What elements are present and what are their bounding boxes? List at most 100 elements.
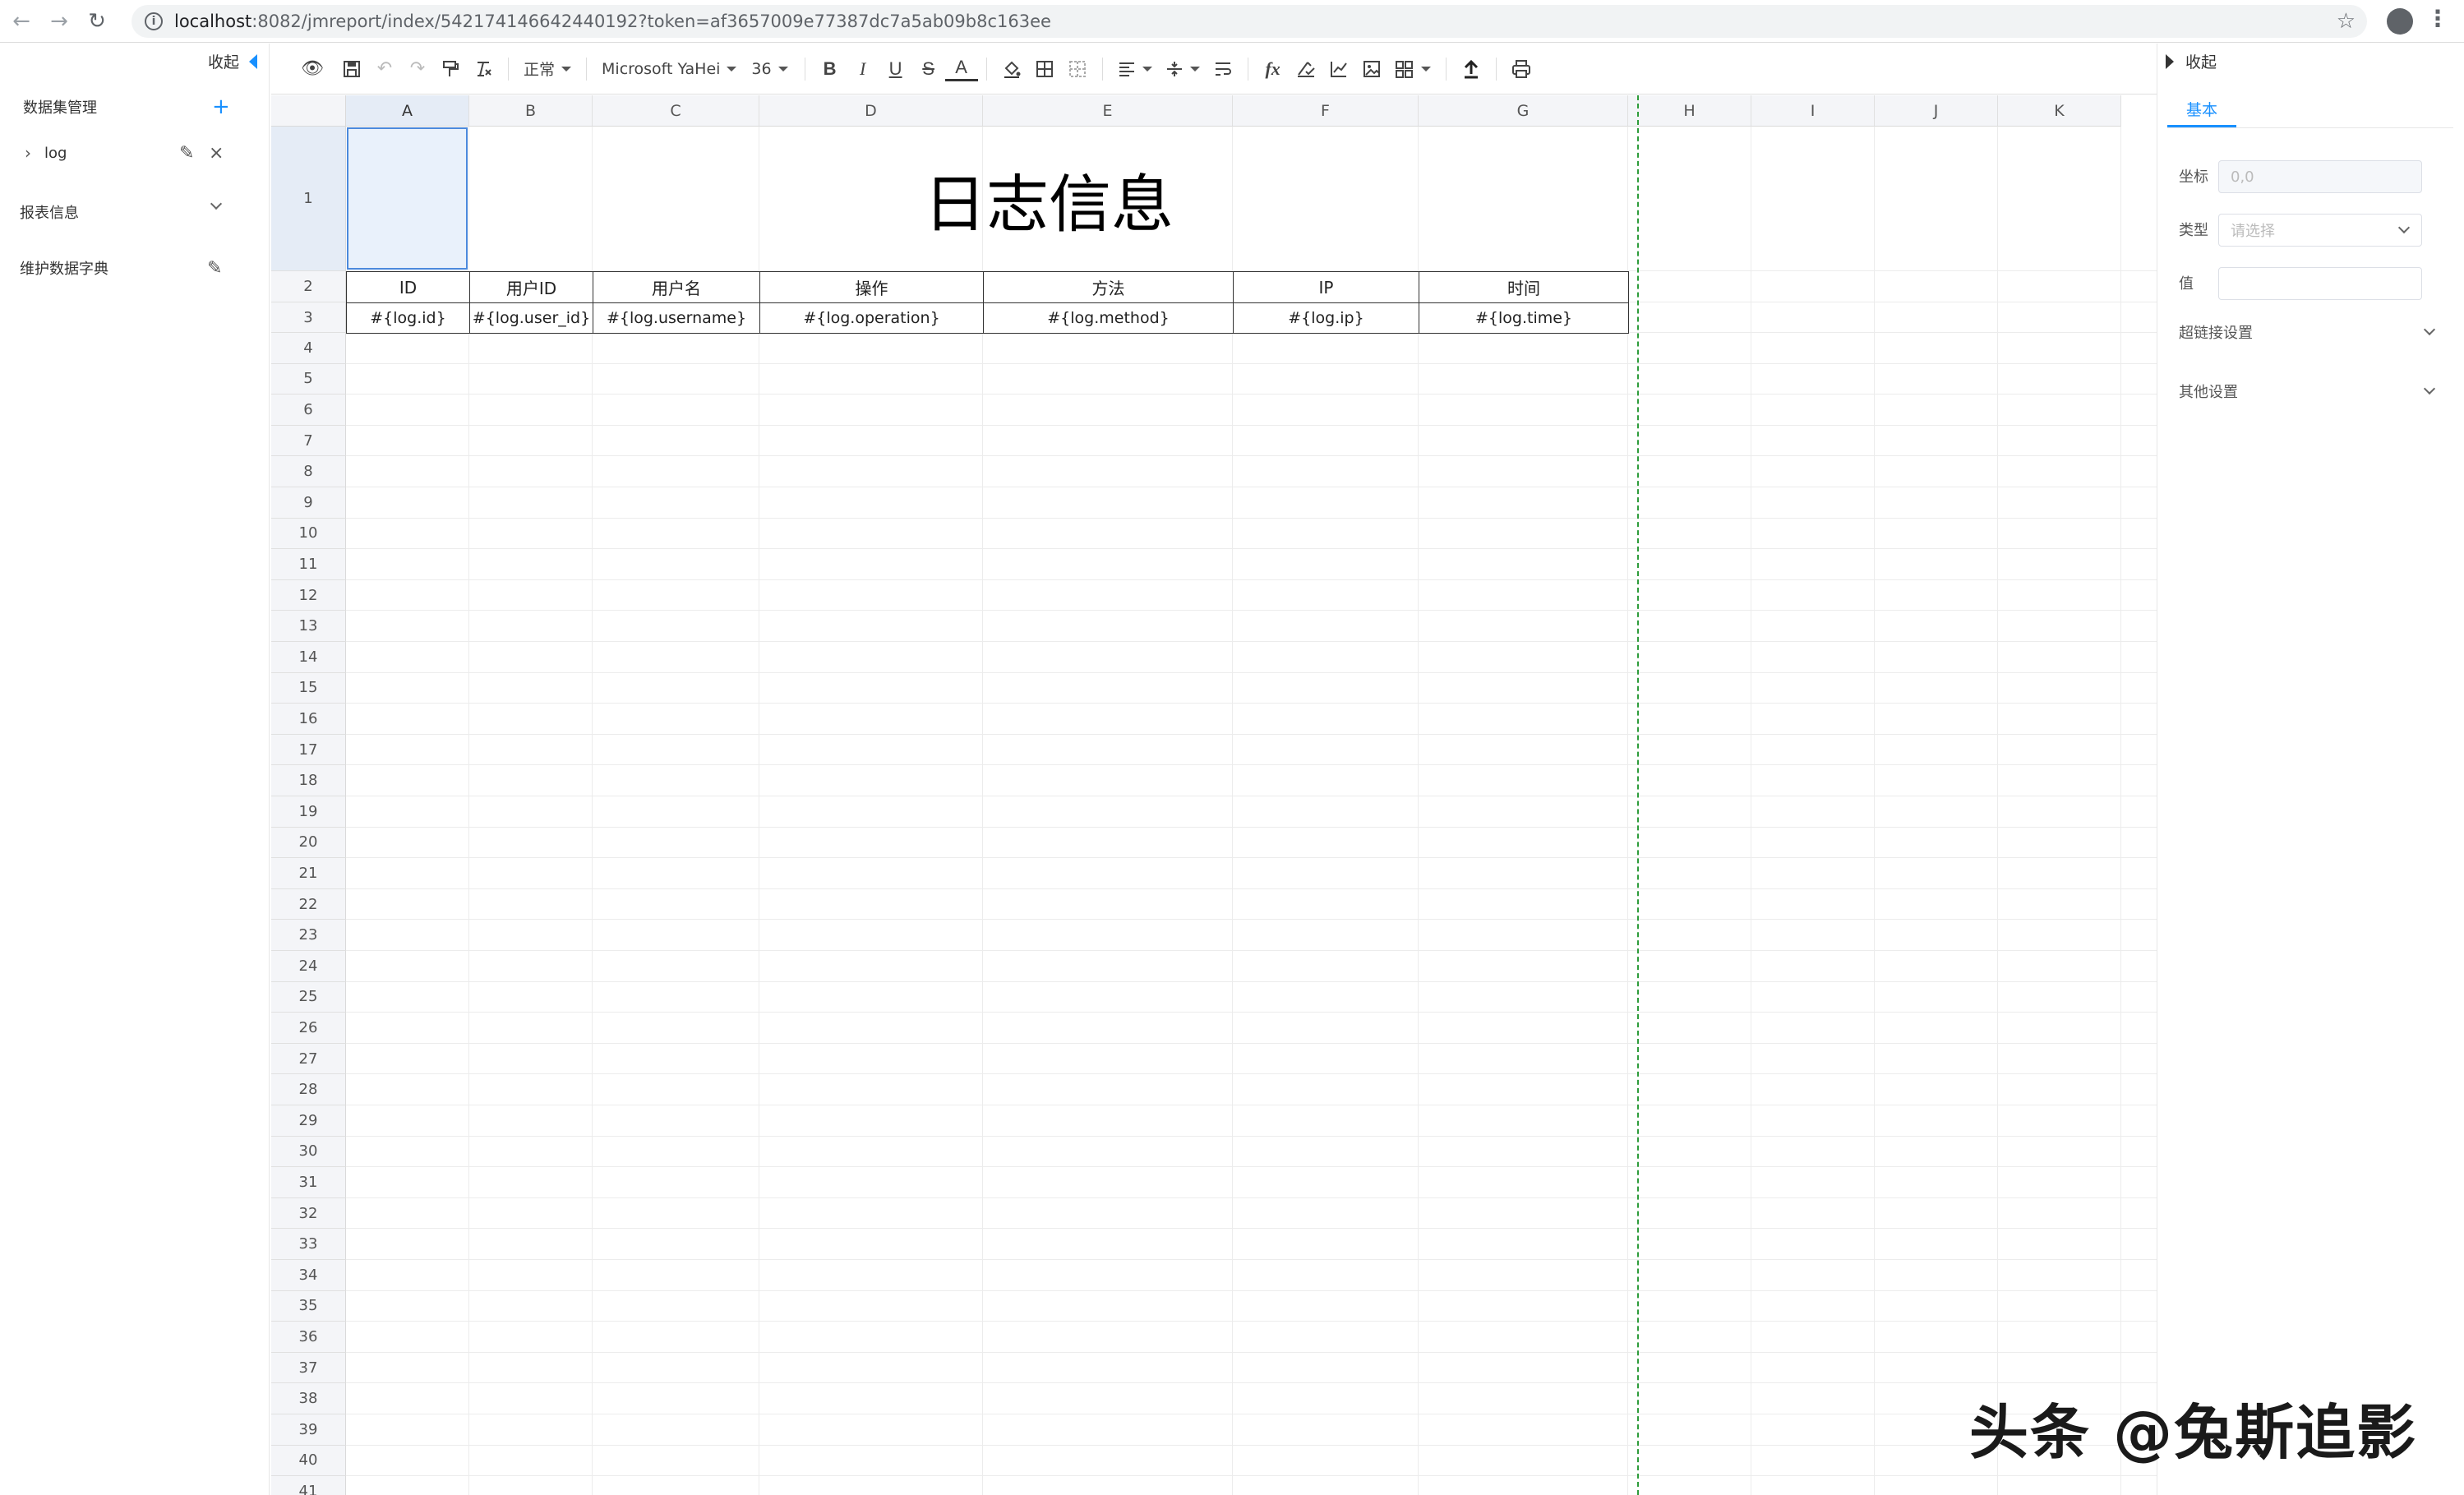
column-header[interactable]: A xyxy=(346,95,469,127)
row-header[interactable]: 33 xyxy=(271,1229,346,1260)
chart-icon[interactable] xyxy=(1322,53,1355,85)
bookmark-star-icon[interactable]: ☆ xyxy=(2337,9,2356,34)
row-header[interactable]: 21 xyxy=(271,858,346,889)
row-header[interactable]: 25 xyxy=(271,981,346,1013)
row-header[interactable]: 15 xyxy=(271,672,346,704)
row-header[interactable]: 16 xyxy=(271,704,346,735)
dataset-item-log[interactable]: › log ✎ × xyxy=(0,141,270,165)
column-header[interactable]: I xyxy=(1751,95,1875,127)
right-collapse-button[interactable]: 收起 xyxy=(2166,50,2217,72)
reload-icon[interactable]: ↻ xyxy=(81,5,113,38)
tab-basic[interactable]: 基本 xyxy=(2167,93,2236,127)
forward-arrow-icon[interactable]: → xyxy=(43,5,76,38)
hyperlink-settings-section[interactable]: 超链接设置 xyxy=(2179,321,2436,343)
column-header[interactable]: C xyxy=(593,95,759,127)
row-header[interactable]: 13 xyxy=(271,611,346,642)
italic-icon[interactable]: I xyxy=(847,53,879,85)
strikethrough-icon[interactable]: S xyxy=(912,53,945,85)
table-header-cell[interactable]: 用户名 xyxy=(593,271,760,303)
spreadsheet-grid[interactable]: A B C D E F G H I J K 1 2 3 4 5 6 7 8 9 10 11 12 13 14 15 16 17 18 19… xyxy=(271,95,2157,1495)
row-header[interactable]: 27 xyxy=(271,1043,346,1075)
function-fx-icon[interactable]: fx xyxy=(1257,53,1290,85)
row-header[interactable]: 7 xyxy=(271,425,346,457)
row-header[interactable]: 2 xyxy=(271,271,346,302)
table-data-cell[interactable]: #{log.ip} xyxy=(1233,302,1419,334)
address-bar[interactable]: i localhost:8082/jmreport/index/54217414… xyxy=(132,5,2367,38)
table-header-cell[interactable]: 操作 xyxy=(759,271,984,303)
row-header[interactable]: 32 xyxy=(271,1197,346,1230)
underline-icon[interactable]: U xyxy=(879,53,912,85)
selected-cell[interactable] xyxy=(347,127,468,270)
upload-icon[interactable] xyxy=(1455,53,1488,85)
column-header[interactable]: B xyxy=(469,95,593,127)
row-header[interactable]: 5 xyxy=(271,363,346,395)
table-data-cell[interactable]: #{log.operation} xyxy=(759,302,984,334)
font-color-icon[interactable]: A xyxy=(944,57,978,81)
row-header[interactable]: 26 xyxy=(271,1013,346,1044)
column-header[interactable]: G xyxy=(1419,95,1628,127)
table-data-cell[interactable]: #{log.username} xyxy=(593,302,760,334)
row-header[interactable]: 1 xyxy=(271,127,346,271)
row-header[interactable]: 3 xyxy=(271,302,346,333)
edit-dictionary-pencil-icon[interactable]: ✎ xyxy=(207,258,222,279)
row-header[interactable]: 24 xyxy=(271,951,346,982)
row-header[interactable]: 8 xyxy=(271,456,346,487)
row-header[interactable]: 14 xyxy=(271,642,346,673)
redo-icon[interactable]: ↷ xyxy=(401,53,434,85)
table-data-cell[interactable]: #{log.id} xyxy=(346,302,470,334)
expand-chevron-icon[interactable]: › xyxy=(25,143,31,163)
row-header[interactable]: 23 xyxy=(271,920,346,951)
font-size-dropdown[interactable]: 36 xyxy=(743,53,796,85)
value-input[interactable] xyxy=(2218,267,2422,300)
row-header[interactable]: 28 xyxy=(271,1074,346,1105)
text-wrap-icon[interactable] xyxy=(1207,53,1239,85)
report-info-section[interactable]: 报表信息 xyxy=(0,197,270,224)
validation-icon[interactable] xyxy=(1290,53,1322,85)
table-header-cell[interactable]: ID xyxy=(346,271,470,303)
print-icon[interactable] xyxy=(1505,53,1538,85)
row-header[interactable]: 4 xyxy=(271,333,346,364)
menu-kebab-icon[interactable]: ⋮ xyxy=(2426,5,2449,32)
row-header[interactable]: 35 xyxy=(271,1290,346,1322)
add-dataset-icon[interactable]: + xyxy=(212,95,230,119)
row-header[interactable]: 9 xyxy=(271,487,346,519)
bold-icon[interactable]: B xyxy=(814,53,847,85)
profile-avatar[interactable] xyxy=(2387,8,2413,35)
row-header[interactable]: 29 xyxy=(271,1105,346,1137)
row-header[interactable]: 37 xyxy=(271,1352,346,1384)
column-header[interactable]: F xyxy=(1233,95,1419,127)
row-header[interactable]: 12 xyxy=(271,579,346,611)
row-header[interactable]: 34 xyxy=(271,1260,346,1291)
back-arrow-icon[interactable]: ← xyxy=(5,5,38,38)
row-header[interactable]: 11 xyxy=(271,549,346,580)
row-header[interactable]: 18 xyxy=(271,765,346,796)
format-painter-icon[interactable] xyxy=(434,53,467,85)
column-header[interactable]: K xyxy=(1998,95,2121,127)
row-header[interactable]: 40 xyxy=(271,1445,346,1477)
column-header[interactable]: E xyxy=(983,95,1233,127)
row-header[interactable]: 6 xyxy=(271,395,346,426)
coord-field[interactable]: 0,0 xyxy=(2218,160,2422,193)
row-header[interactable]: 19 xyxy=(271,796,346,828)
table-header-cell[interactable]: 时间 xyxy=(1419,271,1629,303)
table-header-cell[interactable]: 用户ID xyxy=(469,271,593,303)
table-header-cell[interactable]: IP xyxy=(1233,271,1419,303)
preview-eye-icon[interactable]: 👁 xyxy=(296,53,329,85)
row-header[interactable]: 20 xyxy=(271,827,346,859)
row-header[interactable]: 30 xyxy=(271,1136,346,1168)
row-header[interactable]: 10 xyxy=(271,518,346,550)
undo-icon[interactable]: ↶ xyxy=(368,53,401,85)
row-header[interactable]: 41 xyxy=(271,1476,346,1495)
horizontal-align-dropdown[interactable] xyxy=(1111,53,1159,85)
vertical-align-dropdown[interactable] xyxy=(1159,53,1207,85)
row-header[interactable]: 17 xyxy=(271,734,346,766)
maintain-dictionary-row[interactable]: 维护数据字典 ✎ xyxy=(0,256,270,280)
image-icon[interactable] xyxy=(1355,53,1388,85)
format-dropdown[interactable]: 正常 xyxy=(517,53,578,85)
column-header[interactable]: D xyxy=(759,95,983,127)
table-data-cell[interactable]: #{log.time} xyxy=(1419,302,1629,334)
table-data-cell[interactable]: #{log.method} xyxy=(983,302,1234,334)
fill-color-icon[interactable] xyxy=(995,53,1028,85)
left-collapse-button[interactable]: 收起 xyxy=(208,50,257,72)
type-select[interactable]: 请选择 xyxy=(2218,214,2422,247)
